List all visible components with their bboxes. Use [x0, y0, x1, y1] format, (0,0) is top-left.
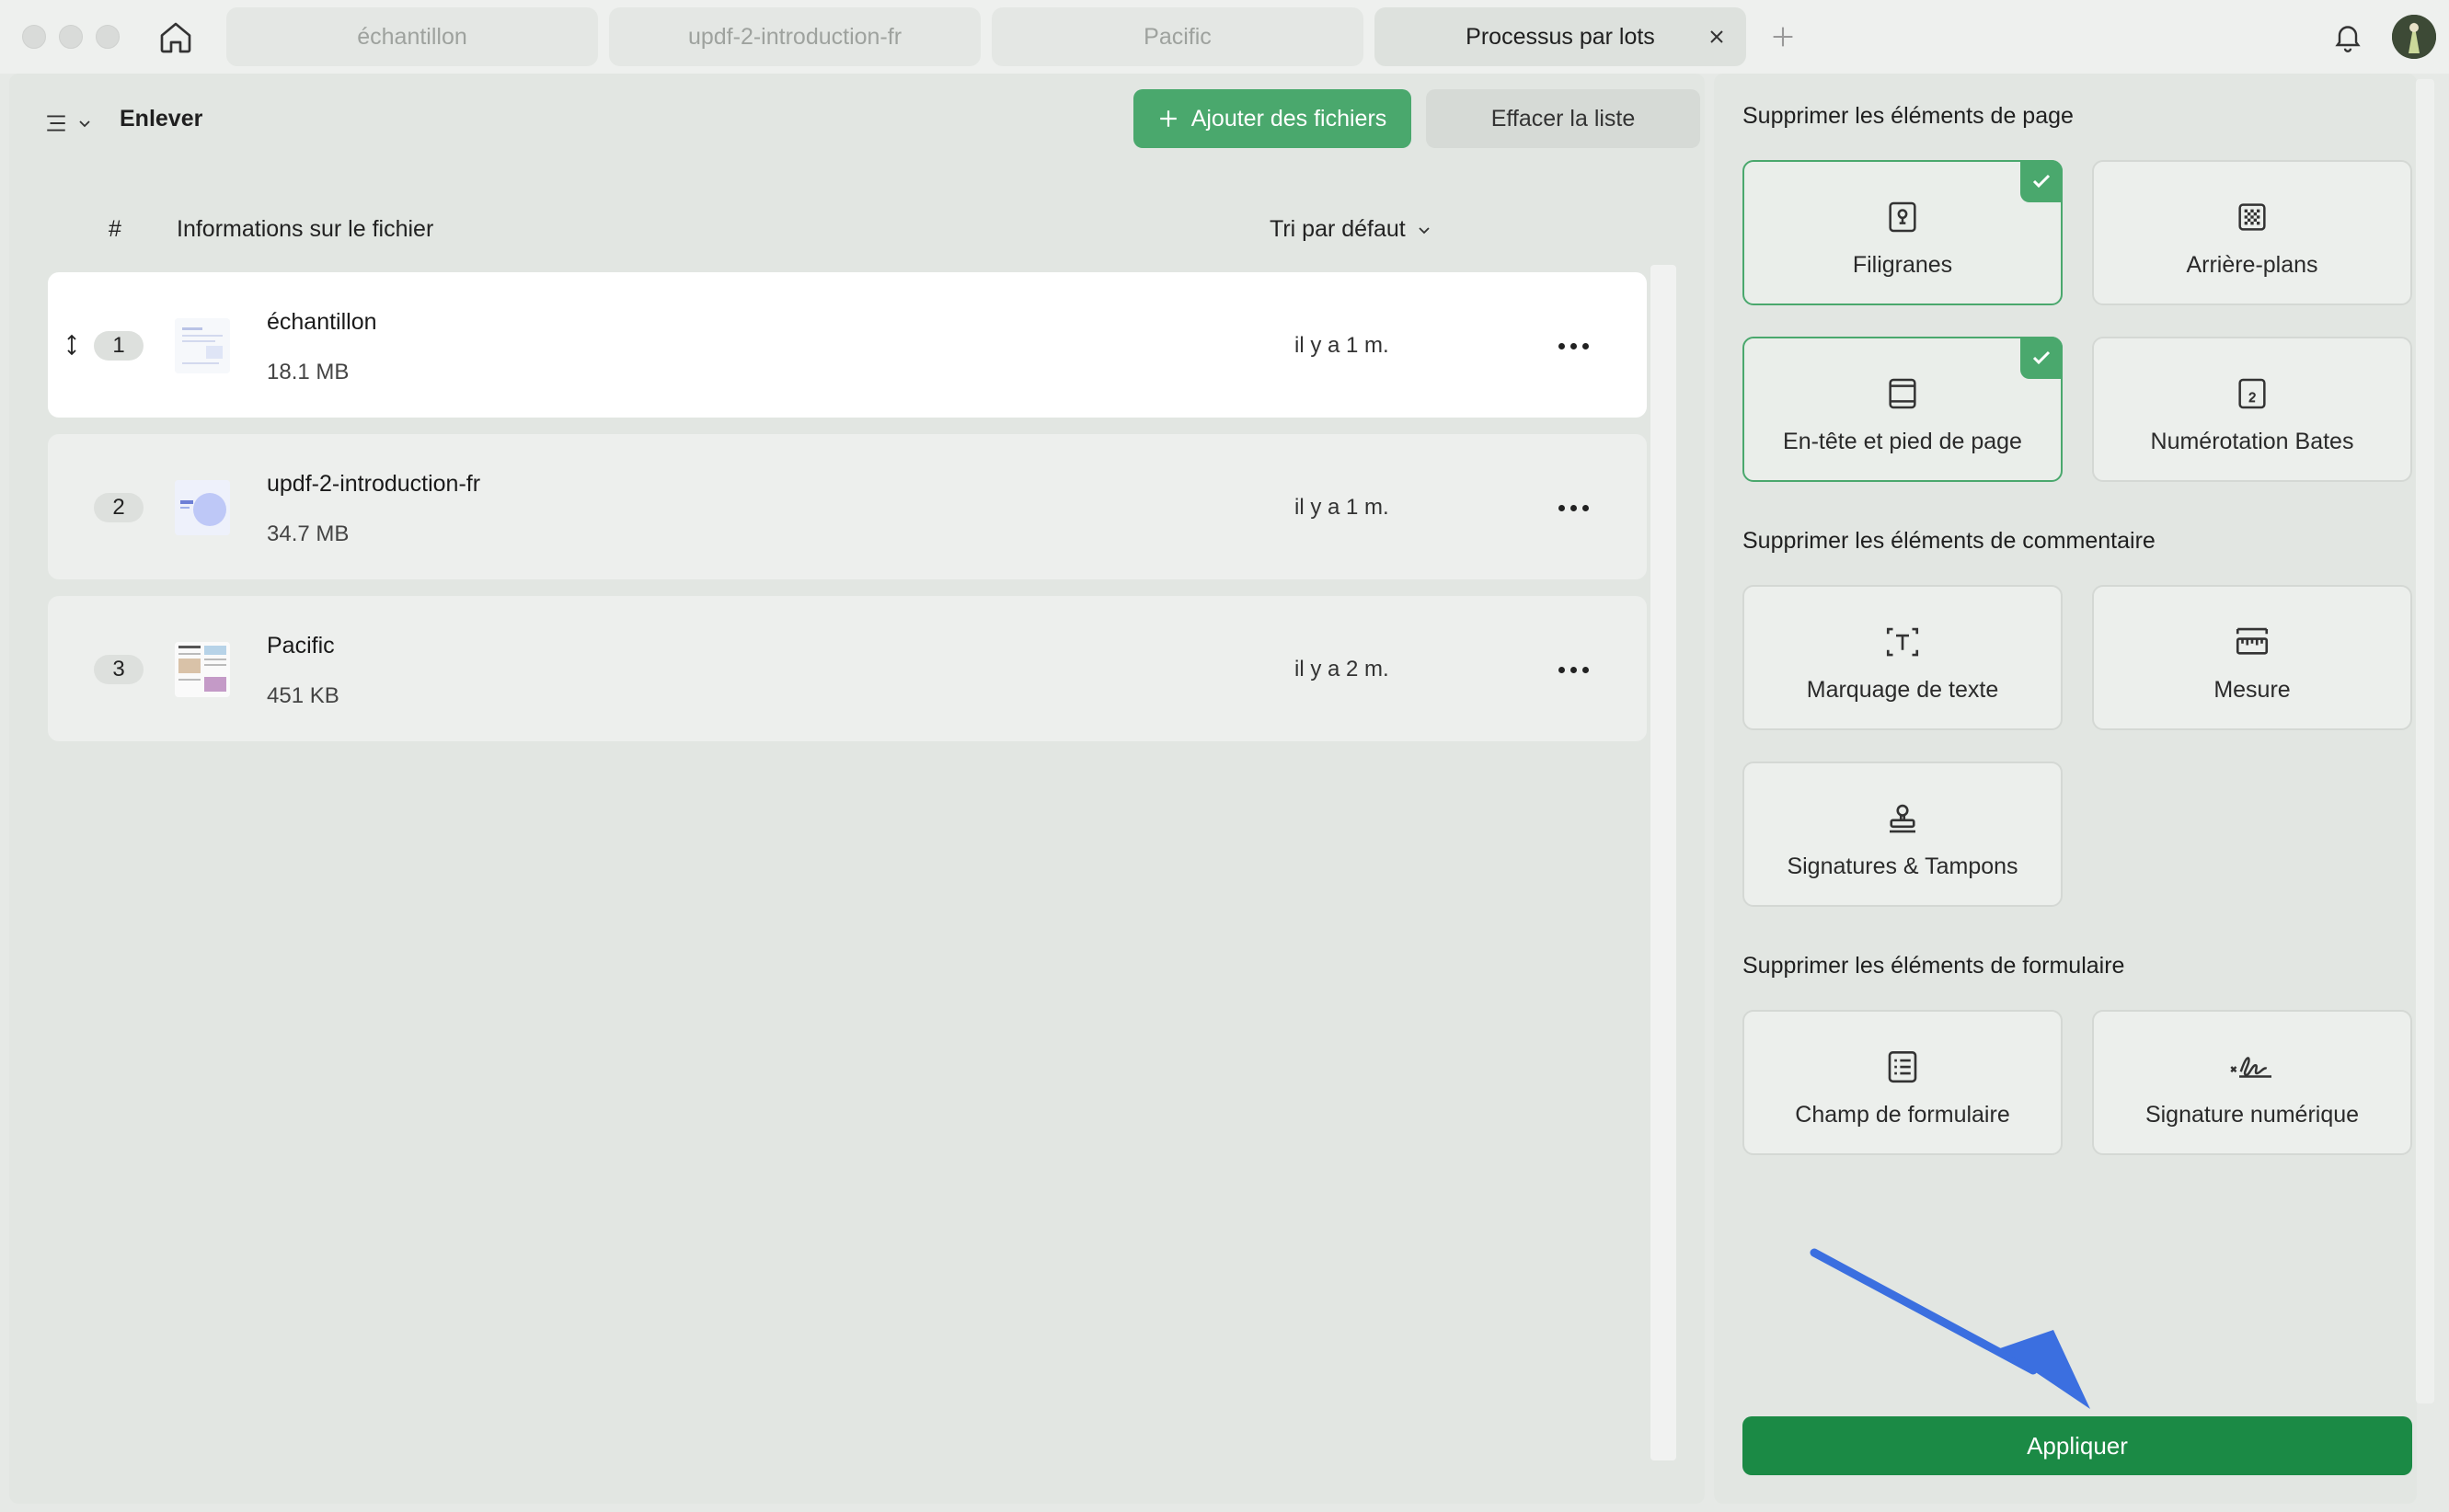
brochure-thumbnail-icon [175, 642, 230, 697]
annotation-arrow-icon [1810, 1248, 2090, 1409]
title-bar: échantillon updf-2-introduction-fr Pacif… [0, 0, 2449, 74]
minimize-window-button[interactable] [59, 25, 83, 49]
option-digital-signature[interactable]: Signature numérique [2092, 1010, 2412, 1155]
tab-echantillon[interactable]: échantillon [226, 7, 598, 66]
chevron-down-icon [79, 120, 90, 128]
chevron-down-icon [1419, 226, 1430, 234]
avatar-image-icon [2392, 15, 2436, 59]
file-time: il y a 1 m. [1294, 333, 1389, 358]
option-form-field[interactable]: Champ de formulaire [1742, 1010, 2063, 1155]
ruler-icon [2236, 627, 2269, 655]
more-dots-icon [1558, 504, 1565, 511]
document-thumbnail-icon [175, 318, 230, 373]
tab-batch-process[interactable]: Processus par lots [1374, 7, 1746, 66]
row-number: 2 [94, 493, 144, 522]
file-list-panel: Enlever Ajouter des fichiers Effacer la … [9, 74, 1705, 1504]
zoom-window-button[interactable] [96, 25, 120, 49]
page-elements-section-title: Supprimer les éléments de page [1742, 103, 2074, 129]
header-footer-icon [1889, 378, 1916, 409]
more-options-button[interactable] [1547, 491, 1599, 524]
tab-updf-introduction[interactable]: updf-2-introduction-fr [609, 7, 981, 66]
new-tab-button[interactable] [1765, 18, 1801, 55]
file-row[interactable]: 2 updf-2-introduction-fr 34.7 MB il y a … [48, 434, 1647, 579]
file-size: 34.7 MB [267, 521, 350, 546]
file-name: échantillon [267, 309, 377, 335]
panel-title: Enlever [120, 106, 203, 132]
background-icon [2238, 203, 2266, 231]
close-icon [1710, 30, 1723, 43]
home-button[interactable] [153, 15, 199, 61]
form-field-icon [1888, 1050, 1917, 1083]
file-row[interactable]: 3 Pacific 451 KB il y a 2 m. [48, 596, 1647, 741]
bell-icon [2335, 26, 2361, 52]
close-window-button[interactable] [22, 25, 46, 49]
options-scrollbar[interactable] [2416, 79, 2434, 1403]
tab-pacific[interactable]: Pacific [992, 7, 1363, 66]
sort-dropdown[interactable]: Tri par défaut [1270, 216, 1431, 243]
option-text-markup[interactable]: Marquage de texte [1742, 585, 2063, 730]
option-signatures-stamps[interactable]: Signatures & Tampons [1742, 762, 2063, 907]
avatar[interactable] [2392, 15, 2436, 59]
file-size: 451 KB [267, 683, 339, 708]
more-options-button[interactable] [1547, 653, 1599, 686]
tab-close-button[interactable] [1704, 24, 1730, 50]
text-markup-icon [1886, 627, 1919, 657]
option-bates-numbering[interactable]: Numérotation Bates [2092, 337, 2412, 482]
form-elements-section-title: Supprimer les éléments de formulaire [1742, 953, 2125, 979]
option-measure[interactable]: Mesure [2092, 585, 2412, 730]
column-header-number: # [109, 216, 121, 242]
plus-icon [1159, 110, 1177, 127]
file-time: il y a 2 m. [1294, 657, 1389, 682]
file-row[interactable]: 1 échantillon 18.1 MB il y a 1 m. [48, 272, 1647, 418]
file-thumbnail [175, 642, 230, 697]
list-menu-icon [47, 115, 65, 132]
clear-list-button[interactable]: Effacer la liste [1426, 89, 1700, 148]
more-dots-icon [1558, 666, 1565, 673]
file-name: updf-2-introduction-fr [267, 471, 481, 497]
menu-dropdown-button[interactable] [44, 101, 109, 145]
plus-icon [1773, 27, 1793, 47]
row-number: 1 [94, 331, 144, 361]
apply-button[interactable]: Appliquer [1742, 1416, 2412, 1475]
watermark-icon [1889, 201, 1916, 233]
notifications-button[interactable] [2328, 17, 2368, 57]
add-files-button[interactable]: Ajouter des fichiers [1133, 89, 1411, 148]
column-header-file-info: Informations sur le fichier [177, 216, 434, 242]
file-thumbnail [175, 480, 230, 535]
option-watermarks[interactable]: Filigranes [1742, 160, 2063, 305]
drag-handle[interactable] [63, 331, 81, 359]
drag-arrows-icon [67, 334, 76, 356]
option-backgrounds[interactable]: Arrière-plans [2092, 160, 2412, 305]
file-time: il y a 1 m. [1294, 495, 1389, 520]
file-size: 18.1 MB [267, 360, 350, 384]
stamp-icon [1890, 804, 1915, 833]
option-header-footer[interactable]: En-tête et pied de page [1742, 337, 2063, 482]
file-thumbnail [175, 318, 230, 373]
digital-signature-icon [2230, 1057, 2271, 1078]
file-name: Pacific [267, 633, 335, 659]
file-list-scrollbar[interactable] [1650, 265, 1676, 1460]
more-dots-icon [1558, 342, 1565, 349]
bates-icon [2238, 378, 2266, 409]
row-number: 3 [94, 655, 144, 684]
presentation-thumbnail-icon [175, 480, 230, 535]
comment-elements-section-title: Supprimer les éléments de commentaire [1742, 528, 2156, 554]
home-icon [160, 22, 191, 53]
more-options-button[interactable] [1547, 329, 1599, 362]
